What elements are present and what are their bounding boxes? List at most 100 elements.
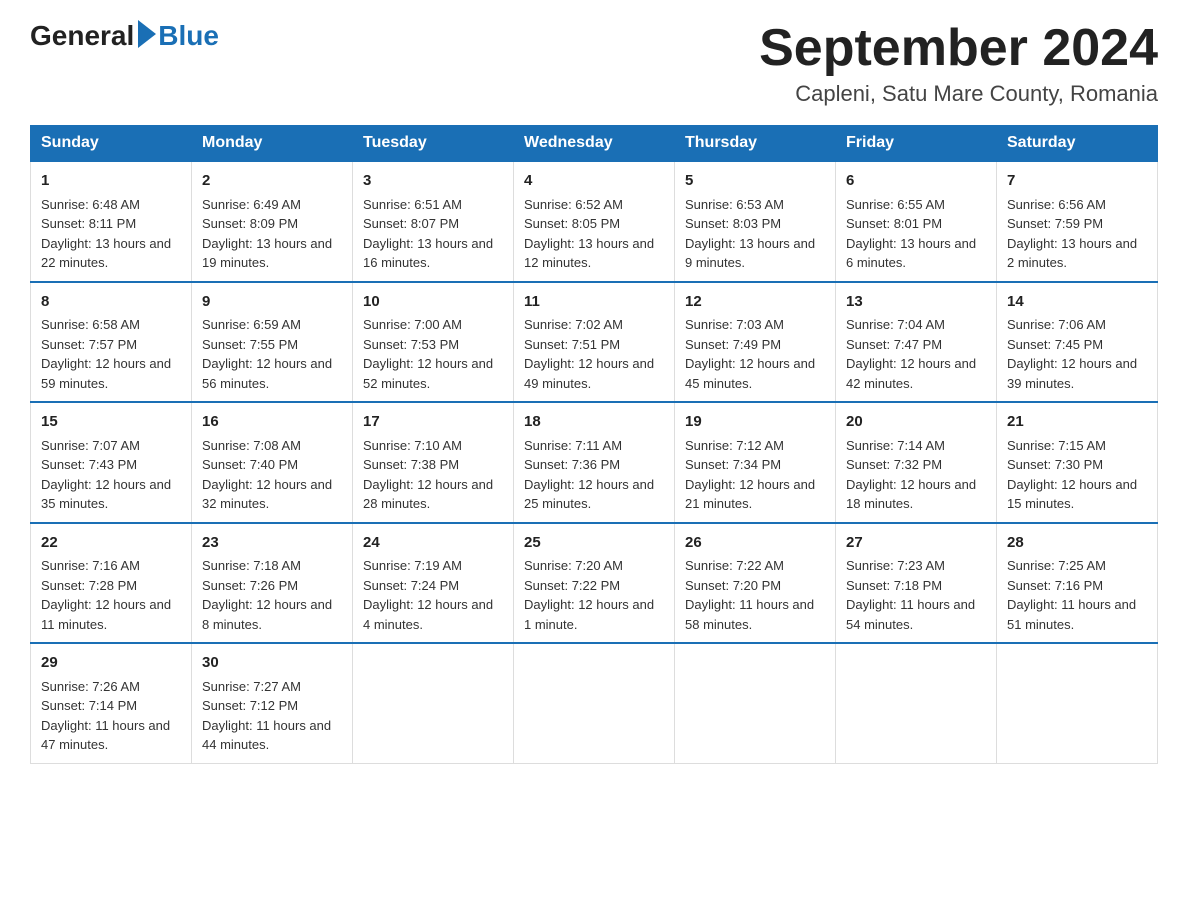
day-number: 25 [524, 532, 664, 555]
day-info: Sunrise: 7:16 AMSunset: 7:28 PMDaylight:… [41, 558, 171, 632]
day-info: Sunrise: 7:14 AMSunset: 7:32 PMDaylight:… [846, 438, 976, 512]
calendar-cell: 13 Sunrise: 7:04 AMSunset: 7:47 PMDayligh… [836, 282, 997, 403]
day-info: Sunrise: 7:11 AMSunset: 7:36 PMDaylight:… [524, 438, 654, 512]
day-number: 12 [685, 291, 825, 314]
day-number: 14 [1007, 291, 1147, 314]
calendar-table: SundayMondayTuesdayWednesdayThursdayFrid… [30, 125, 1158, 764]
day-number: 16 [202, 411, 342, 434]
day-info: Sunrise: 7:02 AMSunset: 7:51 PMDaylight:… [524, 317, 654, 391]
logo-general-text: General [30, 20, 134, 52]
day-number: 10 [363, 291, 503, 314]
calendar-cell: 9 Sunrise: 6:59 AMSunset: 7:55 PMDaylight… [192, 282, 353, 403]
calendar-cell: 5 Sunrise: 6:53 AMSunset: 8:03 PMDaylight… [675, 161, 836, 282]
day-number: 18 [524, 411, 664, 434]
day-info: Sunrise: 7:07 AMSunset: 7:43 PMDaylight:… [41, 438, 171, 512]
day-number: 11 [524, 291, 664, 314]
col-header-wednesday: Wednesday [514, 126, 675, 162]
col-header-sunday: Sunday [31, 126, 192, 162]
day-info: Sunrise: 7:19 AMSunset: 7:24 PMDaylight:… [363, 558, 493, 632]
day-info: Sunrise: 7:25 AMSunset: 7:16 PMDaylight:… [1007, 558, 1136, 632]
calendar-week-row: 8Sunrise: 6:58 AMSunset: 7:57 PMDaylight… [31, 282, 1158, 403]
col-header-saturday: Saturday [997, 126, 1158, 162]
day-info: Sunrise: 6:55 AMSunset: 8:01 PMDaylight:… [846, 197, 976, 271]
calendar-cell: 26 Sunrise: 7:22 AMSunset: 7:20 PMDayligh… [675, 523, 836, 644]
day-info: Sunrise: 6:52 AMSunset: 8:05 PMDaylight:… [524, 197, 654, 271]
calendar-cell: 4Sunrise: 6:52 AMSunset: 8:05 PMDaylight… [514, 161, 675, 282]
day-number: 23 [202, 532, 342, 555]
day-info: Sunrise: 7:03 AMSunset: 7:49 PMDaylight:… [685, 317, 815, 391]
day-info: Sunrise: 6:48 AMSunset: 8:11 PMDaylight:… [41, 197, 171, 271]
calendar-cell: 2 Sunrise: 6:49 AMSunset: 8:09 PMDaylight… [192, 161, 353, 282]
calendar-cell: 21 Sunrise: 7:15 AMSunset: 7:30 PMDayligh… [997, 402, 1158, 523]
day-number: 1 [41, 170, 181, 193]
calendar-cell: 29Sunrise: 7:26 AMSunset: 7:14 PMDayligh… [31, 643, 192, 763]
title-area: September 2024 Capleni, Satu Mare County… [759, 20, 1158, 107]
day-info: Sunrise: 7:22 AMSunset: 7:20 PMDaylight:… [685, 558, 814, 632]
day-number: 21 [1007, 411, 1147, 434]
col-header-thursday: Thursday [675, 126, 836, 162]
day-number: 7 [1007, 170, 1147, 193]
day-number: 22 [41, 532, 181, 555]
day-number: 9 [202, 291, 342, 314]
day-number: 13 [846, 291, 986, 314]
calendar-week-row: 15 Sunrise: 7:07 AMSunset: 7:43 PMDayligh… [31, 402, 1158, 523]
day-info: Sunrise: 7:06 AMSunset: 7:45 PMDaylight:… [1007, 317, 1137, 391]
calendar-cell [675, 643, 836, 763]
day-number: 30 [202, 652, 342, 675]
logo-blue-text: Blue [158, 20, 219, 52]
calendar-cell: 3Sunrise: 6:51 AMSunset: 8:07 PMDaylight… [353, 161, 514, 282]
day-info: Sunrise: 6:49 AMSunset: 8:09 PMDaylight:… [202, 197, 332, 271]
calendar-cell [514, 643, 675, 763]
day-info: Sunrise: 6:59 AMSunset: 7:55 PMDaylight:… [202, 317, 332, 391]
calendar-cell: 20Sunrise: 7:14 AMSunset: 7:32 PMDayligh… [836, 402, 997, 523]
day-number: 2 [202, 170, 342, 193]
logo-arrow-icon [138, 20, 156, 48]
calendar-week-row: 1 Sunrise: 6:48 AMSunset: 8:11 PMDaylight… [31, 161, 1158, 282]
day-info: Sunrise: 7:18 AMSunset: 7:26 PMDaylight:… [202, 558, 332, 632]
day-info: Sunrise: 7:26 AMSunset: 7:14 PMDaylight:… [41, 679, 170, 753]
calendar-cell: 25 Sunrise: 7:20 AMSunset: 7:22 PMDayligh… [514, 523, 675, 644]
calendar-cell: 18 Sunrise: 7:11 AMSunset: 7:36 PMDayligh… [514, 402, 675, 523]
day-info: Sunrise: 7:12 AMSunset: 7:34 PMDaylight:… [685, 438, 815, 512]
day-number: 28 [1007, 532, 1147, 555]
calendar-header-row: SundayMondayTuesdayWednesdayThursdayFrid… [31, 126, 1158, 162]
calendar-cell: 10 Sunrise: 7:00 AMSunset: 7:53 PMDayligh… [353, 282, 514, 403]
calendar-cell: 1 Sunrise: 6:48 AMSunset: 8:11 PMDaylight… [31, 161, 192, 282]
location-title: Capleni, Satu Mare County, Romania [759, 81, 1158, 107]
day-number: 24 [363, 532, 503, 555]
calendar-cell: 12 Sunrise: 7:03 AMSunset: 7:49 PMDayligh… [675, 282, 836, 403]
calendar-cell: 16 Sunrise: 7:08 AMSunset: 7:40 PMDayligh… [192, 402, 353, 523]
day-info: Sunrise: 7:27 AMSunset: 7:12 PMDaylight:… [202, 679, 331, 753]
day-info: Sunrise: 7:08 AMSunset: 7:40 PMDaylight:… [202, 438, 332, 512]
day-info: Sunrise: 7:15 AMSunset: 7:30 PMDaylight:… [1007, 438, 1137, 512]
calendar-week-row: 22 Sunrise: 7:16 AMSunset: 7:28 PMDayligh… [31, 523, 1158, 644]
day-number: 15 [41, 411, 181, 434]
calendar-cell: 8Sunrise: 6:58 AMSunset: 7:57 PMDaylight… [31, 282, 192, 403]
day-info: Sunrise: 7:10 AMSunset: 7:38 PMDaylight:… [363, 438, 493, 512]
day-number: 27 [846, 532, 986, 555]
day-info: Sunrise: 6:53 AMSunset: 8:03 PMDaylight:… [685, 197, 815, 271]
calendar-cell: 22 Sunrise: 7:16 AMSunset: 7:28 PMDayligh… [31, 523, 192, 644]
day-number: 26 [685, 532, 825, 555]
calendar-cell: 23 Sunrise: 7:18 AMSunset: 7:26 PMDayligh… [192, 523, 353, 644]
day-info: Sunrise: 7:04 AMSunset: 7:47 PMDaylight:… [846, 317, 976, 391]
day-number: 8 [41, 291, 181, 314]
logo: General Blue [30, 20, 219, 52]
calendar-cell: 6Sunrise: 6:55 AMSunset: 8:01 PMDaylight… [836, 161, 997, 282]
day-info: Sunrise: 7:00 AMSunset: 7:53 PMDaylight:… [363, 317, 493, 391]
calendar-cell: 27Sunrise: 7:23 AMSunset: 7:18 PMDayligh… [836, 523, 997, 644]
calendar-cell: 14 Sunrise: 7:06 AMSunset: 7:45 PMDayligh… [997, 282, 1158, 403]
calendar-cell [836, 643, 997, 763]
calendar-cell: 28 Sunrise: 7:25 AMSunset: 7:16 PMDayligh… [997, 523, 1158, 644]
day-number: 5 [685, 170, 825, 193]
calendar-cell: 19Sunrise: 7:12 AMSunset: 7:34 PMDayligh… [675, 402, 836, 523]
calendar-cell [997, 643, 1158, 763]
col-header-tuesday: Tuesday [353, 126, 514, 162]
calendar-cell: 11 Sunrise: 7:02 AMSunset: 7:51 PMDayligh… [514, 282, 675, 403]
month-title: September 2024 [759, 20, 1158, 77]
calendar-cell: 17Sunrise: 7:10 AMSunset: 7:38 PMDayligh… [353, 402, 514, 523]
day-info: Sunrise: 7:20 AMSunset: 7:22 PMDaylight:… [524, 558, 654, 632]
calendar-cell: 30 Sunrise: 7:27 AMSunset: 7:12 PMDayligh… [192, 643, 353, 763]
day-number: 3 [363, 170, 503, 193]
page-header: General Blue September 2024 Capleni, Sat… [30, 20, 1158, 107]
